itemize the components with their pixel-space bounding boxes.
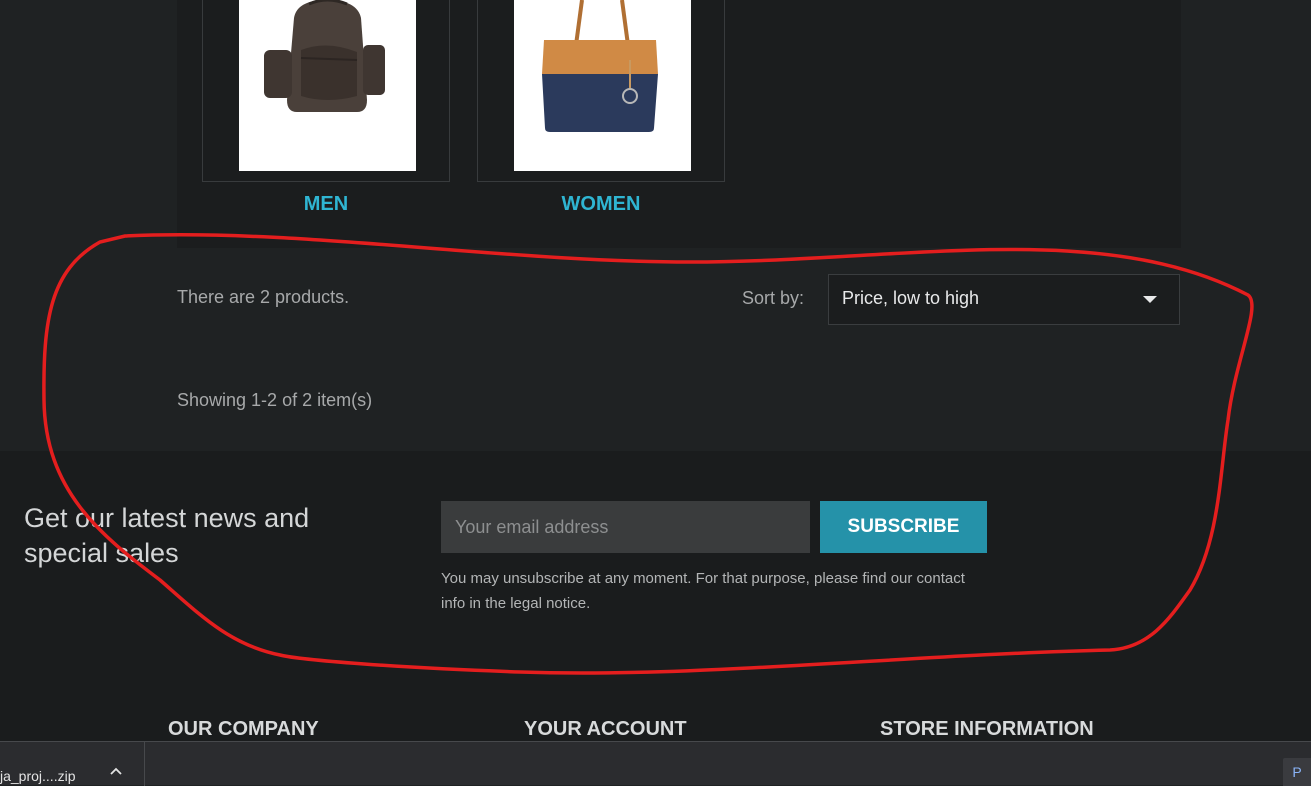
category-image-women[interactable]	[514, 0, 691, 171]
browser-download-bar: ja_proj....zip P	[0, 741, 1311, 786]
category-title-men[interactable]: MEN	[202, 193, 450, 216]
email-input[interactable]	[441, 501, 810, 553]
category-title-women[interactable]: WOMEN	[477, 193, 725, 216]
footer-heading-store-information: STORE INFORMATION	[880, 718, 1094, 740]
newsletter-section: Get our latest news and special sales SU…	[0, 451, 1311, 741]
category-card-women[interactable]	[477, 0, 725, 182]
footer-heading-our-company: OUR COMPANY	[168, 718, 319, 740]
footer-heading-your-account: YOUR ACCOUNT	[524, 718, 687, 740]
sort-select[interactable]: Price, low to high	[828, 274, 1180, 325]
subcategories-panel: MEN WOMEN	[177, 0, 1181, 248]
download-file-name: ja_proj....zip	[0, 768, 76, 784]
download-bar-right-button[interactable]: P	[1283, 758, 1311, 786]
product-count: There are 2 products.	[177, 287, 350, 307]
category-card-men[interactable]	[202, 0, 450, 182]
category-image-men[interactable]	[239, 0, 416, 171]
tote-bag-icon	[542, 0, 658, 132]
showing-items-text: Showing 1-2 of 2 item(s)	[177, 390, 373, 410]
sort-selected-value: Price, low to high	[842, 288, 980, 308]
newsletter-heading: Get our latest news and special sales	[24, 503, 310, 568]
chevron-up-icon[interactable]	[108, 764, 124, 780]
unsubscribe-note: You may unsubscribe at any moment. For t…	[441, 570, 965, 612]
sort-by-label: Sort by:	[742, 288, 805, 308]
backpack-icon	[264, 0, 385, 112]
dropdown-caret-icon	[1143, 296, 1157, 303]
subscribe-button[interactable]: SUBSCRIBE	[820, 501, 987, 553]
download-item[interactable]: ja_proj....zip	[0, 742, 145, 786]
